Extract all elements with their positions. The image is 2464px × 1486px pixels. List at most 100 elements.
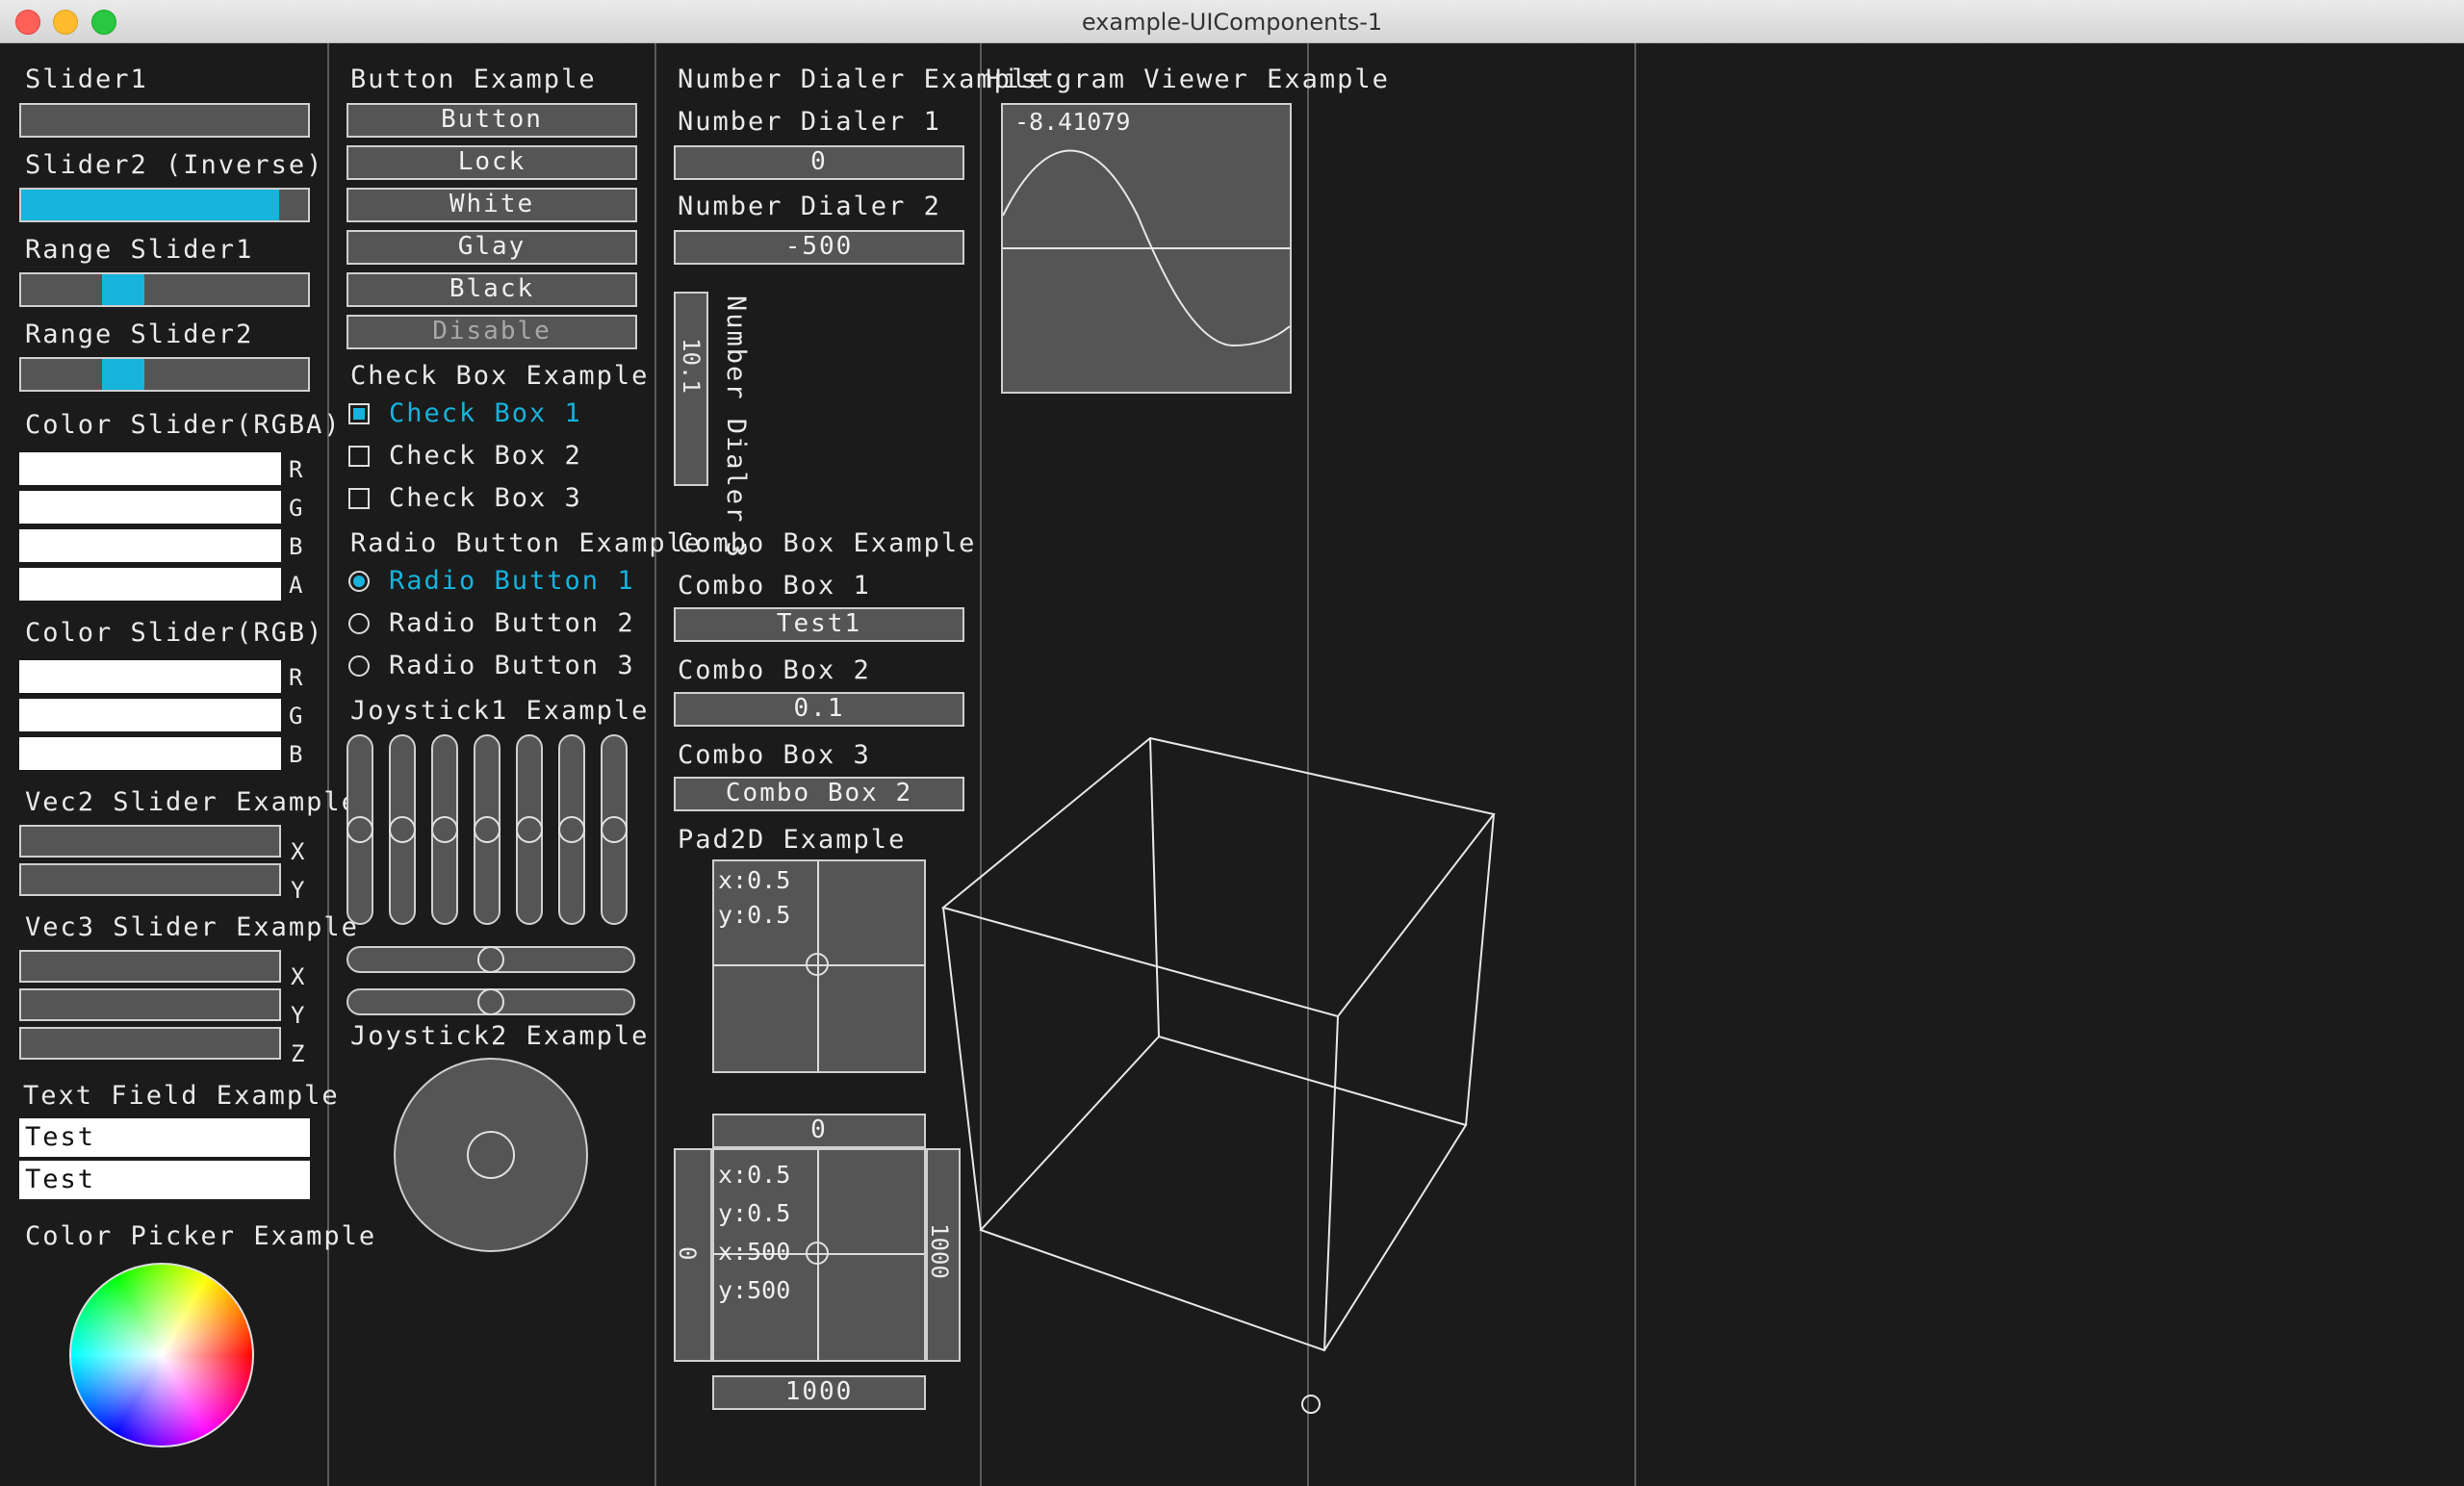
window-title: example-UIComponents-1 [1081, 9, 1383, 36]
joystick2-example-label: Joystick2 Example [350, 1021, 650, 1051]
check-box-2[interactable] [348, 446, 370, 467]
axis-label-r: R [289, 664, 303, 691]
joystick1-horizontal[interactable] [346, 988, 635, 1015]
pad2d-2-left-range[interactable]: 0 [674, 1148, 712, 1362]
axis-label-b: B [289, 533, 303, 560]
black-button[interactable]: Black [346, 272, 637, 307]
text-field-2[interactable]: Test [19, 1161, 310, 1199]
color-slider-rgba-a[interactable] [19, 568, 281, 601]
axis-label-g: G [289, 703, 303, 730]
histogram-viewer: -8.41079 [1001, 103, 1292, 394]
joystick-knob[interactable] [601, 816, 628, 843]
number-dialer-1-label: Number Dialer 1 [678, 107, 941, 137]
pad2d-2-top-range[interactable]: 0 [712, 1114, 926, 1148]
glay-button[interactable]: Glay [346, 230, 637, 265]
combo-box-example-label: Combo Box Example [678, 528, 977, 558]
pad2d-2-right-range[interactable]: 1000 [926, 1148, 961, 1362]
vec2-slider-y[interactable] [19, 863, 281, 896]
axis-label-z: Z [291, 1040, 305, 1067]
check-box-example-label: Check Box Example [350, 361, 650, 391]
vec3-slider-label: Vec3 Slider Example [25, 912, 359, 942]
white-button[interactable]: White [346, 188, 637, 222]
number-dialer-2[interactable]: -500 [674, 230, 964, 265]
radio-button-3[interactable] [348, 655, 370, 677]
lock-button[interactable]: Lock [346, 145, 637, 180]
number-dialer-3[interactable]: 10.1 [674, 292, 708, 486]
radio-button-2[interactable] [348, 613, 370, 634]
disable-button[interactable]: Disable [346, 315, 637, 349]
check-box-2-label: Check Box 2 [389, 441, 582, 471]
radio-button-1[interactable] [348, 571, 370, 592]
color-slider-rgb-b[interactable] [19, 737, 281, 770]
histogram-sine-curve [1003, 149, 1290, 347]
range-slider1-label: Range Slider1 [25, 235, 254, 265]
pad2d-2-right-value: 1000 [926, 1223, 953, 1279]
slider1-label: Slider1 [25, 64, 148, 94]
range-slider1-handle[interactable] [102, 274, 144, 305]
joystick-knob[interactable] [431, 816, 458, 843]
joystick1-horizontal[interactable] [346, 946, 635, 973]
joystick-knob[interactable] [477, 946, 504, 973]
joystick2-knob[interactable] [467, 1131, 515, 1179]
joystick-knob[interactable] [474, 816, 500, 843]
joystick1-vertical[interactable] [431, 734, 458, 925]
joystick1-example-label: Joystick1 Example [350, 696, 650, 726]
pad2d-1-x: x:0.5 [718, 866, 791, 894]
text-field-label: Text Field Example [23, 1081, 340, 1111]
radio-button-1-label: Radio Button 1 [389, 566, 635, 596]
radio-button-3-label: Radio Button 3 [389, 651, 635, 680]
pad2d-1[interactable]: x:0.5 y:0.5 [712, 859, 926, 1073]
joystick1-vertical[interactable] [516, 734, 543, 925]
color-slider-rgba-b[interactable] [19, 529, 281, 562]
pad2d-2-x-scaled: x:500 [718, 1238, 791, 1266]
text-field-1[interactable]: Test [19, 1118, 310, 1157]
axis-label-b: B [289, 741, 303, 768]
slider1[interactable] [19, 103, 310, 138]
color-slider-rgb-label: Color Slider(RGB) [25, 618, 324, 648]
color-slider-rgba-g[interactable] [19, 491, 281, 524]
combo-box-2[interactable]: 0.1 [674, 692, 964, 727]
pad2d-1-handle[interactable] [806, 953, 829, 976]
color-picker-wheel[interactable] [69, 1263, 254, 1448]
pad2d-2-handle[interactable] [806, 1242, 829, 1265]
range-slider2-handle[interactable] [102, 359, 144, 390]
joystick1-vertical[interactable] [346, 734, 373, 925]
joystick1-vertical[interactable] [474, 734, 500, 925]
check-box-3[interactable] [348, 488, 370, 509]
number-dialer-1[interactable]: 0 [674, 145, 964, 180]
combo-box-3[interactable]: Combo Box 2 [674, 777, 964, 811]
joystick1-vertical[interactable] [558, 734, 585, 925]
axis-label-x: X [291, 963, 305, 990]
joystick1-vertical[interactable] [389, 734, 416, 925]
vec2-slider-x[interactable] [19, 825, 281, 858]
joystick-knob[interactable] [389, 816, 416, 843]
check-box-1[interactable] [348, 403, 370, 424]
vec3-slider-x[interactable] [19, 950, 281, 983]
joystick2-pad[interactable] [394, 1058, 588, 1252]
joystick-knob[interactable] [477, 988, 504, 1015]
color-slider-rgb-r[interactable] [19, 660, 281, 693]
app-canvas: Slider1 Slider2 (Inverse) Range Slider1 … [0, 43, 2464, 1486]
pad2d-2-bottom-range[interactable]: 1000 [712, 1375, 926, 1410]
combo-box-1[interactable]: Test1 [674, 607, 964, 642]
range-slider1[interactable] [19, 272, 310, 307]
pad2d-2[interactable]: x:0.5 y:0.5 x:500 y:500 [712, 1148, 926, 1362]
pad2d-example-label: Pad2D Example [678, 825, 907, 855]
combo-box-3-label: Combo Box 3 [678, 740, 871, 770]
button-example-label: Button Example [350, 64, 597, 94]
joystick1-vertical[interactable] [601, 734, 628, 925]
range-slider2[interactable] [19, 357, 310, 392]
pad2d-2-y: y:0.5 [718, 1199, 791, 1227]
button-button[interactable]: Button [346, 103, 637, 138]
color-slider-rgb-g[interactable] [19, 699, 281, 731]
vec3-slider-y[interactable] [19, 988, 281, 1021]
joystick-knob[interactable] [346, 816, 373, 843]
joystick-knob[interactable] [558, 816, 585, 843]
color-slider-rgba-r[interactable] [19, 452, 281, 485]
vec3-slider-z[interactable] [19, 1027, 281, 1060]
check-box-3-label: Check Box 3 [389, 483, 582, 513]
joystick-knob[interactable] [516, 816, 543, 843]
axis-label-g: G [289, 495, 303, 522]
slider2-label: Slider2 (Inverse) [25, 150, 324, 180]
slider2-inverse[interactable] [19, 188, 310, 222]
